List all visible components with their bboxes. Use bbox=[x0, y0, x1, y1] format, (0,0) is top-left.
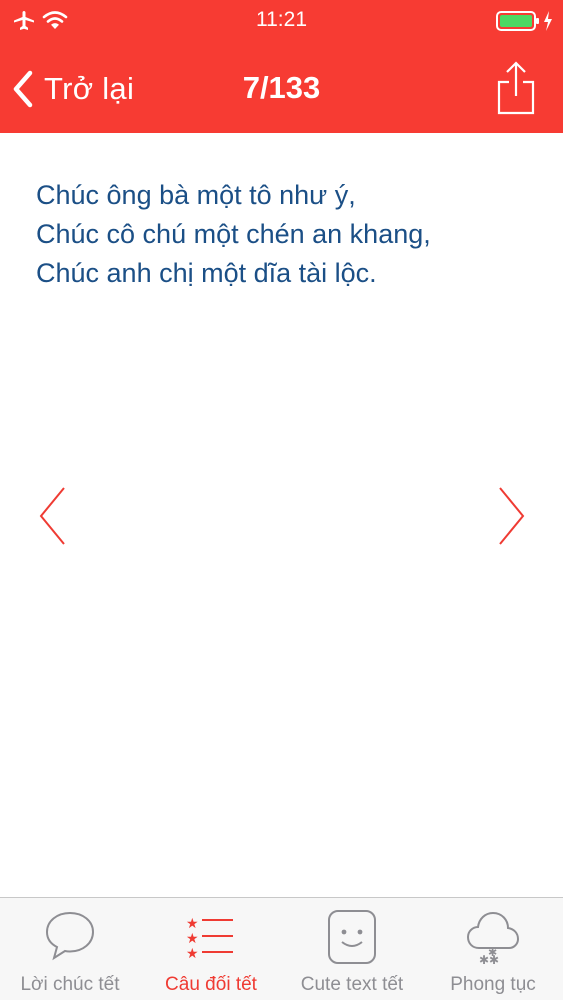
charging-icon bbox=[544, 11, 552, 31]
previous-button[interactable] bbox=[36, 484, 70, 548]
couplet-line: Chúc anh chị một dĩa tài lộc. bbox=[36, 258, 377, 288]
tab-label: Cute text tết bbox=[300, 974, 404, 995]
couplet-text: Chúc ông bà một tô như ý, Chúc cô chú mộ… bbox=[36, 176, 536, 293]
svg-text:★: ★ bbox=[186, 931, 199, 947]
next-button[interactable] bbox=[494, 484, 528, 548]
tab-phong-tuc[interactable]: ✱✱ ✱ Phong tục bbox=[423, 898, 563, 1001]
couplet-line: Chúc cô chú một chén an khang, bbox=[36, 219, 431, 249]
nav-bar: Trở lại 7/133 bbox=[0, 44, 563, 133]
status-time: 11:21 bbox=[256, 8, 307, 31]
battery-icon bbox=[496, 11, 539, 31]
star-list-icon: ★ ★ ★ bbox=[186, 916, 233, 962]
share-icon[interactable] bbox=[494, 60, 538, 116]
tab-loi-chuc-tet[interactable]: Lời chúc tết bbox=[0, 898, 140, 1001]
cloud-snow-icon: ✱✱ ✱ bbox=[466, 911, 520, 966]
tab-cau-doi-tet[interactable]: ★ ★ ★ Câu đối tết bbox=[141, 898, 281, 1001]
tab-cute-text-tet[interactable]: Cute text tết bbox=[282, 898, 422, 1001]
svg-text:★: ★ bbox=[186, 916, 199, 932]
svg-text:✱: ✱ bbox=[488, 946, 497, 959]
tab-label: Câu đối tết bbox=[165, 974, 257, 995]
tab-label: Phong tục bbox=[450, 974, 536, 995]
header: 11:21 Trở lại 7/133 bbox=[0, 0, 563, 133]
couplet-line: Chúc ông bà một tô như ý, bbox=[36, 180, 356, 210]
tab-bar: Lời chúc tết ★ ★ ★ Câu đối tết Cute text… bbox=[0, 897, 563, 1000]
speech-bubble-icon bbox=[45, 911, 95, 961]
status-bar: 11:21 bbox=[0, 0, 563, 44]
page-counter: 7/133 bbox=[242, 70, 321, 105]
smiley-face-icon bbox=[328, 910, 376, 964]
tab-label: Lời chúc tết bbox=[20, 974, 120, 995]
svg-text:★: ★ bbox=[186, 946, 199, 962]
